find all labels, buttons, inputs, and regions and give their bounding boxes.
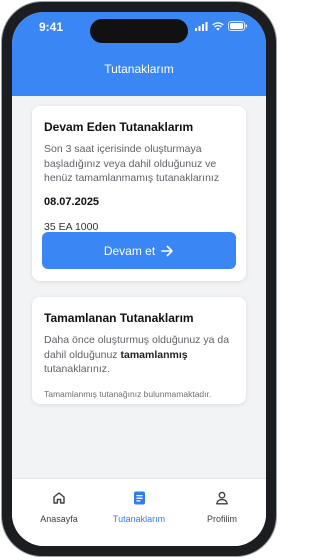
tab-profile-label: Profilim [206,514,237,524]
document-icon [133,491,145,505]
tab-home[interactable]: Anasayfa [17,491,101,524]
page-title: Tutanaklarım [104,62,174,76]
continue-button-label: Devam et [103,243,156,258]
tab-reports-label: Tutanaklarım [112,514,166,524]
completed-reports-card: Tamamlanan Tutanaklarım Daha önce oluştu… [32,297,246,404]
signal-icon [195,21,208,31]
battery-icon [228,21,248,31]
tab-reports[interactable]: Tutanaklarım [97,491,181,524]
empty-state-message: Tamamlanmış tutanağınız bulunmamaktadır. [44,388,212,399]
completed-desc-bold: tamamlanmış [120,348,188,361]
status-time: 9:41 [39,20,64,34]
dynamic-island [90,19,188,43]
status-icons [195,21,248,31]
ongoing-reports-title: Devam Eden Tutanaklarım [44,120,194,134]
vehicle-plate: 35 EA 1000 [44,220,99,233]
screen: 9:41 Tutanaklarım Devam Eden Tutanakları… [12,12,266,546]
app-header: 9:41 Tutanaklarım [12,12,266,96]
tab-profile[interactable]: Profilim [180,491,264,524]
report-date: 08.07.2025 [44,195,100,208]
arrow-right-icon [161,245,173,256]
home-icon [53,492,65,504]
completed-reports-title: Tamamlanan Tutanaklarım [44,311,194,325]
completed-desc-suffix: tutanaklarınız. [44,363,110,375]
tab-home-label: Anasayfa [40,514,78,524]
bottom-tab-bar: Anasayfa Tutanaklarım Profilim [12,478,266,546]
continue-button[interactable]: Devam et [42,232,236,269]
ongoing-reports-card: Devam Eden Tutanaklarım Son 3 saat içeri… [32,106,246,281]
completed-reports-description: Daha önce oluşturmuş olduğunuz ya da dah… [44,333,234,377]
wifi-icon [212,21,224,31]
ongoing-reports-description: Son 3 saat içerisinde oluşturmaya başlad… [44,143,220,184]
status-bar: 9:41 [12,12,266,46]
phone-frame: 9:41 Tutanaklarım Devam Eden Tutanakları… [2,2,276,556]
user-icon [216,491,228,505]
